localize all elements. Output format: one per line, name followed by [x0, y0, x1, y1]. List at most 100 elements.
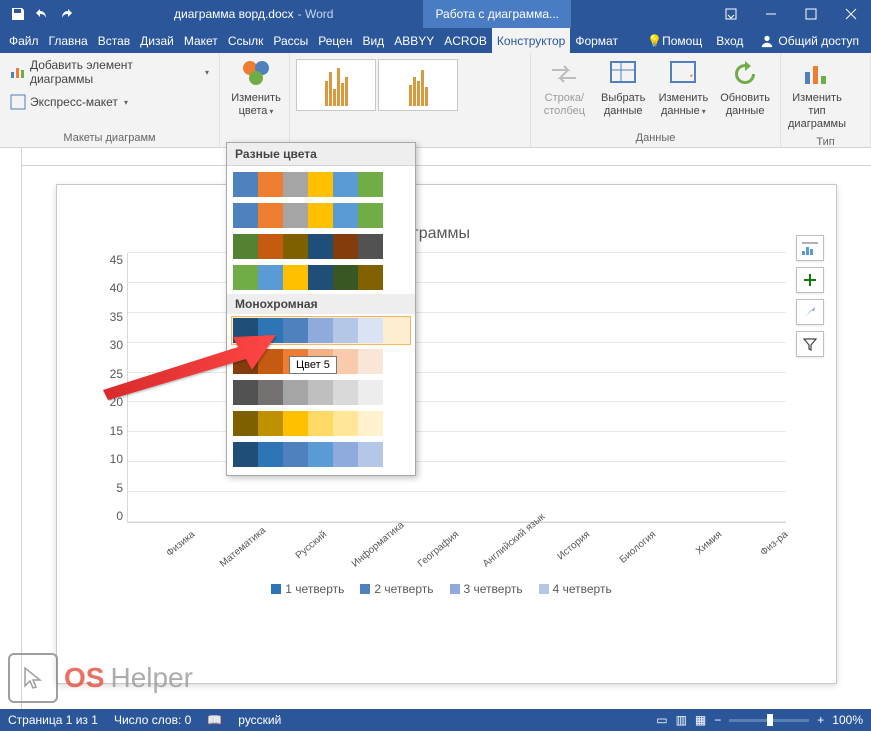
- close-button[interactable]: [831, 0, 871, 28]
- chart-style-1[interactable]: [296, 59, 376, 111]
- view-read-mode[interactable]: ▭: [656, 713, 667, 727]
- tab-references[interactable]: Ссылк: [223, 28, 269, 53]
- color-scheme-option[interactable]: [231, 170, 411, 199]
- express-layout-button[interactable]: Экспресс-макет: [6, 92, 132, 112]
- tab-view[interactable]: Вид: [357, 28, 389, 53]
- status-proof-icon[interactable]: 📖: [207, 713, 222, 727]
- color-swatch: [358, 442, 383, 467]
- view-print-layout[interactable]: ▥: [676, 713, 687, 727]
- color-swatch: [333, 172, 358, 197]
- color-swatch: [358, 380, 383, 405]
- chart-styles-gallery[interactable]: [296, 56, 524, 114]
- layout-icon: [10, 94, 26, 110]
- y-tick: 45: [110, 253, 123, 267]
- legend-item[interactable]: 4 четверть: [539, 582, 612, 596]
- refresh-icon: [729, 58, 761, 90]
- switch-row-col-button[interactable]: Строка/ столбец: [537, 56, 592, 120]
- tab-design[interactable]: Дизай: [135, 28, 179, 53]
- color-scheme-option[interactable]: [231, 409, 411, 438]
- x-axis-labels: ФизикаМатематикаРусскийИнформатикаГеогра…: [127, 523, 786, 542]
- tab-file[interactable]: Файл: [4, 28, 44, 53]
- titlebar: диаграмма ворд.docx - Word Работа с диаг…: [0, 0, 871, 28]
- legend-item[interactable]: 2 четверть: [360, 582, 433, 596]
- maximize-button[interactable]: [791, 0, 831, 28]
- color-swatch: [358, 411, 383, 436]
- help-button[interactable]: 💡 Помощ: [642, 34, 707, 48]
- status-language[interactable]: русский: [238, 713, 281, 727]
- status-page[interactable]: Страница 1 из 1: [8, 713, 98, 727]
- switch-icon: [548, 58, 580, 90]
- chart-type-icon: [801, 58, 833, 90]
- ribbon-options-button[interactable]: [711, 0, 751, 28]
- zoom-out-button[interactable]: −: [714, 713, 721, 727]
- chart-title[interactable]: граммы: [97, 225, 786, 243]
- zoom-slider[interactable]: [729, 719, 809, 722]
- view-web-layout[interactable]: ▦: [695, 713, 706, 727]
- chart-filter-button[interactable]: [796, 331, 824, 357]
- edit-data-button[interactable]: Изменить данные: [655, 56, 713, 120]
- undo-icon[interactable]: [34, 6, 50, 22]
- color-swatch: [233, 411, 258, 436]
- color-scheme-option[interactable]: [231, 263, 411, 292]
- select-data-label: Выбрать данные: [600, 92, 647, 118]
- tab-acrobat[interactable]: ACROB: [439, 28, 492, 53]
- tab-abbyy[interactable]: ABBYY: [389, 28, 439, 53]
- redo-icon[interactable]: [58, 6, 74, 22]
- tab-home[interactable]: Главна: [44, 28, 93, 53]
- legend-swatch: [450, 584, 460, 594]
- color-scheme-option[interactable]: [231, 316, 411, 345]
- chart-legend: 1 четверть 2 четверть 3 четверть 4 четверть: [97, 582, 786, 596]
- color-scheme-option[interactable]: [231, 201, 411, 230]
- change-colors-button[interactable]: Изменить цвета: [226, 56, 286, 120]
- chart-side-buttons: [796, 235, 824, 357]
- app-name: - Word: [298, 7, 334, 21]
- tab-layout[interactable]: Макет: [179, 28, 223, 53]
- login-button[interactable]: Вход: [711, 34, 748, 48]
- y-tick: 35: [110, 310, 123, 324]
- color-swatch: [258, 203, 283, 228]
- chart-styles-button[interactable]: [796, 299, 824, 325]
- color-scheme-option[interactable]: [231, 440, 411, 469]
- refresh-data-button[interactable]: Обновить данные: [716, 56, 774, 120]
- zoom-level[interactable]: 100%: [832, 713, 863, 727]
- tab-insert[interactable]: Встав: [93, 28, 135, 53]
- chart-element-icon: [10, 64, 26, 80]
- chart-tools-tab: Работа с диаграмма...: [423, 0, 571, 28]
- legend-label: 3 четверть: [464, 582, 523, 596]
- color-swatch: [333, 234, 358, 259]
- change-chart-type-button[interactable]: Изменить тип диаграммы: [787, 56, 847, 134]
- add-chart-element-button[interactable]: Добавить элемент диаграммы: [6, 56, 213, 88]
- legend-item[interactable]: 3 четверть: [450, 582, 523, 596]
- share-label: Общий доступ: [778, 34, 859, 48]
- chart-add-button[interactable]: [796, 267, 824, 293]
- watermark: OS Helper: [8, 653, 193, 703]
- tab-format[interactable]: Формат: [570, 28, 623, 53]
- x-label: История: [542, 523, 593, 570]
- change-colors-dropdown: Разные цвета Цвет 5 Монохромная: [226, 142, 416, 476]
- horizontal-ruler: [22, 148, 871, 166]
- x-label: Математика: [213, 523, 264, 570]
- share-button[interactable]: Общий доступ: [752, 34, 867, 48]
- tab-mailings[interactable]: Рассы: [268, 28, 313, 53]
- tab-review[interactable]: Рецен: [313, 28, 357, 53]
- edit-data-label: Изменить данные: [659, 92, 709, 118]
- save-icon[interactable]: [10, 6, 26, 22]
- status-wordcount[interactable]: Число слов: 0: [114, 713, 191, 727]
- color-swatch: [308, 442, 333, 467]
- chart-elements-button[interactable]: [796, 235, 824, 261]
- legend-label: 2 четверть: [374, 582, 433, 596]
- change-colors-label: Изменить цвета: [230, 92, 282, 118]
- y-tick: 15: [110, 424, 123, 438]
- chart-object[interactable]: граммы 454035302520151050 ФизикаМатемати…: [97, 225, 786, 653]
- minimize-button[interactable]: [751, 0, 791, 28]
- chart-style-2[interactable]: [378, 59, 458, 111]
- x-label: Физика: [147, 523, 198, 570]
- document-area: граммы 454035302520151050 ФизикаМатемати…: [22, 148, 871, 709]
- color-scheme-option[interactable]: [231, 378, 411, 407]
- tab-constructor[interactable]: Конструктор: [492, 28, 570, 53]
- zoom-in-button[interactable]: +: [817, 713, 824, 727]
- color-scheme-option[interactable]: [231, 232, 411, 261]
- legend-item[interactable]: 1 четверть: [271, 582, 344, 596]
- color-swatch: [258, 349, 283, 374]
- select-data-button[interactable]: Выбрать данные: [596, 56, 651, 120]
